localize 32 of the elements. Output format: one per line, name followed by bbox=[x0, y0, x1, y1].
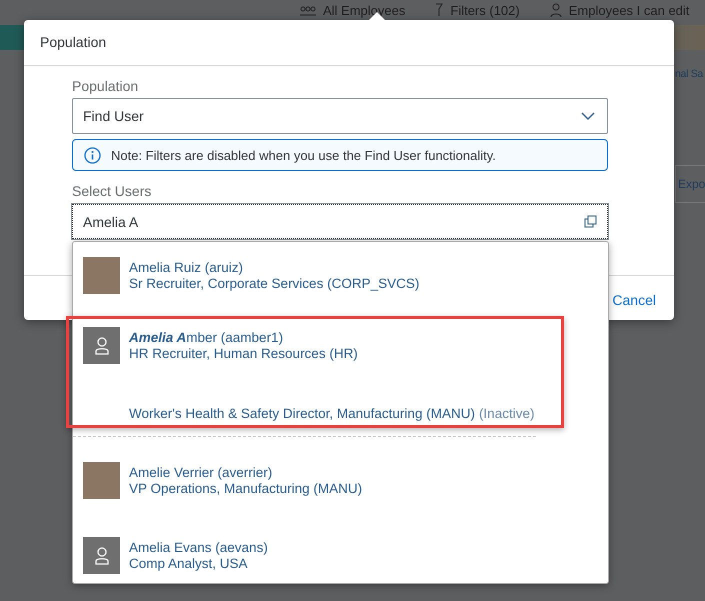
photo-placeholder bbox=[83, 257, 120, 294]
field-label: Select Users bbox=[72, 182, 152, 201]
job-title: Worker's Health & Safety Director, Manufacturing (MANU) bbox=[129, 406, 475, 421]
job-title: Sr Recruiter, Corporate Services (CORP_SVCS) bbox=[129, 276, 420, 292]
column-header: nal Sa bbox=[675, 68, 703, 80]
job-title: HR Recruiter, Human Resources (HR) bbox=[129, 346, 359, 362]
person-icon bbox=[94, 546, 108, 564]
person-icon bbox=[94, 336, 108, 354]
suggestion-item[interactable]: Amelia Amber (aamber1) HR Recruiter, Human Resources (HR) Worker's Health & Safety Director, Manufacturing (MANU) (Inactive) bbox=[73, 317, 608, 432]
suggestion-item[interactable]: Amelie Verrier (averrier) VP Operations, Manufacturing (MANU) bbox=[73, 447, 608, 522]
value-help-icon[interactable] bbox=[584, 215, 597, 228]
user-name: Amelia Ruiz (aruiz) bbox=[129, 260, 244, 276]
field-label: Population bbox=[72, 77, 140, 96]
user-name: Amelia Amber (aamber1) bbox=[129, 330, 284, 346]
job-title: VP Operations, Manufacturing (MANU) bbox=[129, 481, 362, 497]
user-name: Amelie Verrier (averrier) bbox=[129, 465, 274, 481]
filter-icon[interactable] bbox=[435, 3, 444, 17]
info-icon bbox=[84, 146, 101, 164]
suggestion-item[interactable]: Amelia Evans (aevans) Comp Analyst, USA bbox=[73, 522, 608, 597]
chevron-down-icon bbox=[581, 112, 595, 120]
suggestion-item[interactable]: Amelia Ruiz (aruiz) Sr Recruiter, Corporate Services (CORP_SVCS) bbox=[73, 242, 608, 317]
job-title: Comp Analyst, USA bbox=[129, 556, 249, 572]
people-icon[interactable] bbox=[300, 4, 316, 16]
population-select[interactable]: Find User bbox=[72, 98, 608, 134]
photo-placeholder bbox=[83, 462, 120, 499]
info-text: Note: Filters are disabled when you use the Find User functionality. bbox=[111, 148, 496, 162]
user-name: Amelia Evans (aevans) bbox=[129, 540, 268, 556]
user-search-field[interactable]: Amelia A bbox=[72, 204, 608, 239]
dialog-title: Population bbox=[24, 20, 674, 66]
status-label: (Inactive) bbox=[478, 406, 534, 421]
person-icon[interactable] bbox=[550, 3, 562, 17]
cancel-button[interactable]: Cancel bbox=[612, 288, 656, 312]
